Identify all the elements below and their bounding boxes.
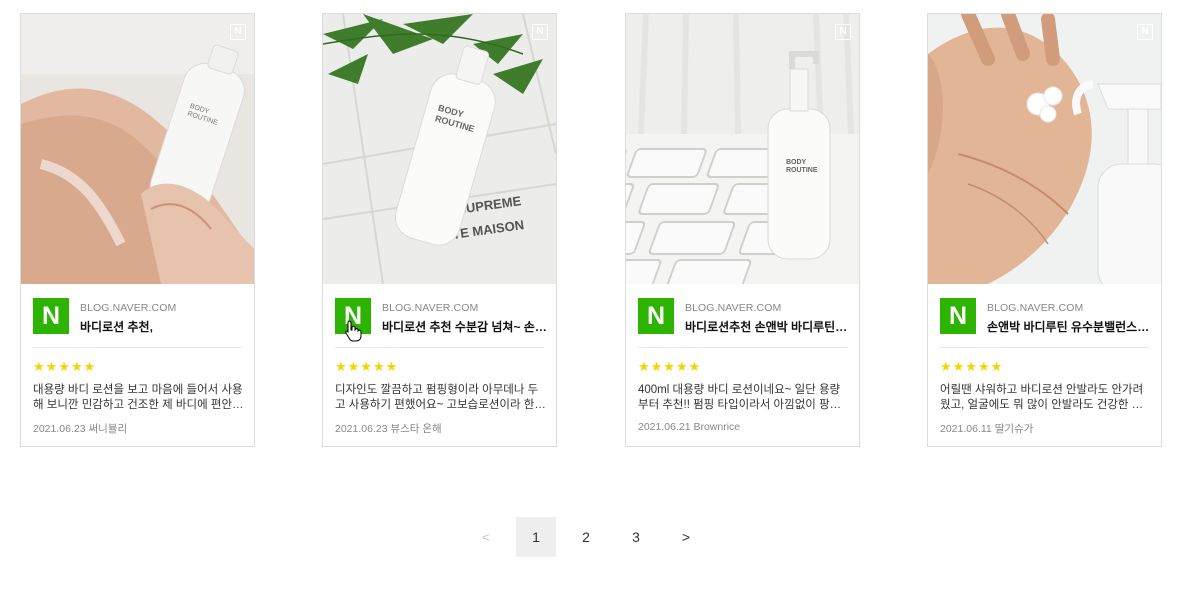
review-excerpt: 어릴땐 샤워하고 바디로션 안발라도 안가려웠고, 얼굴에도 뭐 많이 안발라도… [940,384,1144,411]
review-meta: 2021.06.11 딸기슈가 [940,423,1034,435]
naver-n-icon: N [1137,24,1153,40]
prev-page-button[interactable]: < [466,517,506,557]
naver-logo-icon: N [940,298,976,334]
blog-source: BLOG.NAVER.COM [685,302,782,314]
page-button-3[interactable]: 3 [616,517,656,557]
review-meta: 2021.06.23 써니뷸리 [33,423,128,435]
divider [33,347,242,348]
review-title[interactable]: 바디로션 추천, [80,318,245,335]
review-photo[interactable]: N [928,14,1161,284]
blog-source-row: N BLOG.NAVER.COM 손앤박 바디루틴 유수분밸런스 바디로션 [940,298,1152,336]
star-rating: ★★★★★ [33,359,97,374]
hand-pointer-cursor [345,320,362,342]
review-title[interactable]: 손앤박 바디루틴 유수분밸런스 바디로션 [987,318,1152,335]
blog-source-row: N BLOG.NAVER.COM 바디로션추천 손앤박 바디루틴 유수분밸런스 [638,298,850,336]
review-card[interactable]: BODY ROUTINE N N BLOG.NAVER.COM 바디로션추천 손… [625,13,860,447]
naver-logo-icon: N [638,298,674,334]
page-button-1[interactable]: 1 [516,517,556,557]
review-photo[interactable]: BODY ROUTINE N [626,14,859,284]
page-button-2[interactable]: 2 [566,517,606,557]
naver-n-icon: N [532,24,548,40]
blog-source: BLOG.NAVER.COM [80,302,177,314]
divider [335,347,544,348]
blog-source: BLOG.NAVER.COM [382,302,479,314]
review-meta: 2021.06.23 뷰스타 온해 [335,423,442,435]
svg-text:ROUTINE: ROUTINE [786,167,818,174]
star-rating: ★★★★★ [638,359,702,374]
review-title[interactable]: 바디로션추천 손앤박 바디루틴 유수분밸런스 [685,318,850,335]
star-rating: ★★★★★ [940,359,1004,374]
naver-logo-icon: N [33,298,69,334]
review-excerpt: 디자인도 깔끔하고 펌핑형이라 아무데나 두고 사용하기 편했어요~ 고보습로션… [335,384,545,411]
review-photo[interactable]: BODY ROUTINE N [21,14,254,284]
divider [638,347,847,348]
blog-source-row: N BLOG.NAVER.COM 바디로션 추천 수분감 넘쳐~ 손앤박 바디루… [335,298,547,342]
blog-source-row: N BLOG.NAVER.COM 바디로션 추천, [33,298,242,336]
review-meta: 2021.06.21 Brownrice [638,421,741,433]
svg-text:BODY: BODY [786,159,807,166]
blog-source: BLOG.NAVER.COM [987,302,1084,314]
review-card-list: BODY ROUTINE N N BLOG.NAVER.COM 바디로션 추천,… [20,13,1162,447]
next-page-button[interactable]: > [666,517,706,557]
review-excerpt: 대용량 바디 로션을 보고 마음에 들어서 사용해 보니깐 민감하고 건조한 제… [33,384,243,411]
review-excerpt: 400ml 대용량 바디 로션이네요~ 일단 용량부터 추천!! 펌핑 타입이라… [638,384,841,411]
naver-n-icon: N [835,24,851,40]
review-card[interactable]: SUPREME TE MAISON BODY ROUTINE N N BLOG.… [322,13,557,447]
divider [940,347,1149,348]
review-title[interactable]: 바디로션 추천 수분감 넘쳐~ 손앤박 바디루틴 [382,318,547,335]
star-rating: ★★★★★ [335,359,399,374]
review-card[interactable]: BODY ROUTINE N N BLOG.NAVER.COM 바디로션 추천,… [20,13,255,447]
review-photo[interactable]: SUPREME TE MAISON BODY ROUTINE N [323,14,556,284]
review-card[interactable]: N N BLOG.NAVER.COM 손앤박 바디루틴 유수분밸런스 바디로션 … [927,13,1162,447]
naver-n-icon: N [230,24,246,40]
